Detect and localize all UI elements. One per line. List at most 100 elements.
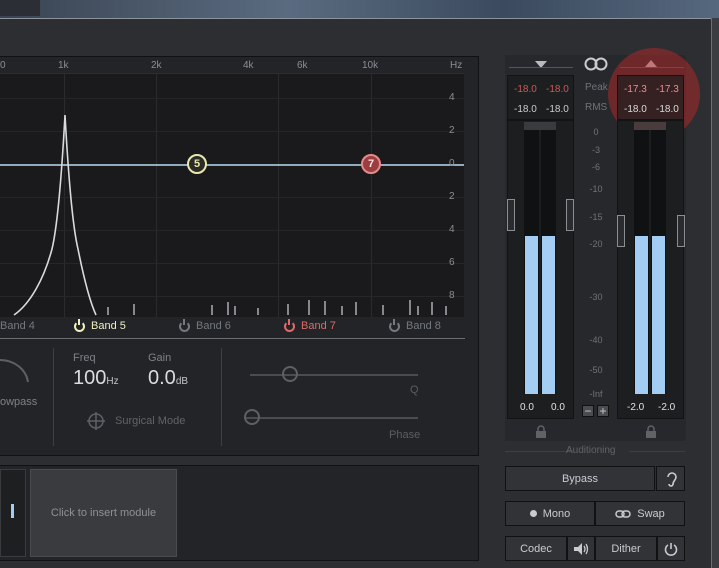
left-fader-l[interactable] — [507, 199, 515, 231]
band-8-label: Band 8 — [406, 320, 441, 332]
q-slider-track[interactable] — [250, 374, 418, 376]
band-5-node[interactable]: 5 — [187, 154, 207, 174]
freq-label: 0 — [0, 60, 6, 71]
divider — [629, 451, 685, 452]
left-meter-bar — [542, 236, 555, 394]
codec-button[interactable]: Codec — [505, 536, 567, 561]
peak-label: Peak — [585, 82, 608, 93]
freq-value: 100 — [73, 367, 107, 389]
left-peak-r: -18.0 — [546, 84, 569, 95]
right-meter-bar — [652, 236, 665, 394]
left-peak-l: -18.0 — [514, 84, 537, 95]
clip-indicator — [634, 122, 666, 130]
auditioning-label: Auditioning — [566, 445, 616, 456]
band-4-label: Band 4 — [0, 320, 35, 332]
phase-slider-knob[interactable] — [244, 409, 260, 425]
lock-icon[interactable] — [535, 425, 547, 438]
mono-label: Mono — [542, 507, 571, 520]
db-label: 6 — [449, 257, 455, 268]
window-title-strip — [0, 0, 719, 18]
left-rms-r: -18.0 — [546, 104, 569, 115]
divider — [505, 451, 573, 452]
divider — [221, 348, 222, 446]
scale-tick: 0 — [593, 127, 599, 137]
dither-button[interactable]: Dither — [595, 536, 657, 561]
db-label: 8 — [449, 290, 455, 301]
freq-label: 4k — [243, 60, 254, 71]
phase-slider-track[interactable] — [244, 417, 418, 419]
speaker-button[interactable] — [567, 536, 595, 561]
power-icon — [179, 318, 190, 332]
gain-label: Gain — [148, 352, 172, 364]
module-slot[interactable] — [0, 469, 26, 557]
bypass-button[interactable]: Bypass — [505, 466, 655, 491]
right-bottom-r: -2.0 — [658, 402, 676, 413]
power-icon — [389, 318, 400, 332]
swap-label: Swap — [637, 507, 665, 520]
db-label: 2 — [449, 125, 455, 136]
db-label: 0 — [449, 158, 455, 169]
right-bottom-l: -2.0 — [627, 402, 645, 413]
left-bottom-l: 0.0 — [520, 402, 534, 413]
db-label: 2 — [449, 191, 455, 202]
freq-value-field[interactable]: 100Hz — [73, 367, 119, 390]
power-icon — [284, 318, 295, 332]
left-rms-l: -18.0 — [514, 104, 537, 115]
db-label: 4 — [449, 224, 455, 235]
scale-tick: -30 — [589, 292, 603, 302]
divider — [509, 67, 573, 68]
window-right-edge — [711, 18, 719, 568]
scale-tick: -3 — [591, 145, 600, 155]
mono-button[interactable]: Mono — [505, 501, 595, 526]
zoom-in-button[interactable]: + — [597, 404, 609, 418]
scale-tick: -50 — [589, 365, 603, 375]
right-meter-bar — [635, 236, 648, 394]
band-8-tab[interactable]: Band 8 — [389, 318, 441, 332]
gain-unit: dB — [175, 376, 189, 387]
left-fader-r[interactable] — [566, 199, 574, 231]
freq-label: 6k — [297, 60, 308, 71]
phase-label: Phase — [389, 429, 421, 441]
zoom-out-button[interactable]: − — [582, 404, 594, 418]
band-7-label: Band 7 — [301, 320, 336, 332]
freq-label: 2k — [151, 60, 162, 71]
right-rms-r: -18.0 — [656, 104, 679, 115]
link-icon[interactable] — [582, 57, 610, 71]
scale-tick: -20 — [589, 239, 603, 249]
right-fader-r[interactable] — [677, 215, 685, 247]
power-button[interactable] — [657, 536, 685, 561]
right-fader-l[interactable] — [617, 215, 625, 247]
q-slider-knob[interactable] — [282, 366, 298, 382]
scale-tick: -6 — [591, 162, 600, 172]
band-7-tab[interactable]: Band 7 — [284, 318, 336, 332]
insert-module-button[interactable]: Click to insert module — [30, 469, 177, 557]
band-4-tab[interactable]: Band 4 — [0, 320, 35, 332]
swap-button[interactable]: Swap — [595, 501, 685, 526]
eq-graph[interactable] — [0, 73, 464, 318]
rms-label: RMS — [585, 102, 608, 113]
band-5-tab[interactable]: Band 5 — [74, 318, 126, 332]
plugin-window: 0 1k 2k 4k 6k 10k Hz 4 2 0 2 4 6 8 5 7 B… — [0, 0, 719, 568]
scale-tick: -10 — [589, 184, 603, 194]
clip-indicator — [524, 122, 556, 130]
gain-value-field[interactable]: 0.0dB — [148, 367, 188, 390]
speaker-icon — [574, 542, 589, 555]
surgical-mode-toggle[interactable]: Surgical Mode — [87, 412, 185, 430]
scale-tick: -Inf — [589, 389, 603, 399]
power-icon — [664, 542, 678, 556]
filter-type-knob[interactable] — [0, 355, 40, 395]
lock-icon[interactable] — [645, 425, 657, 438]
band-5-label: Band 5 — [91, 320, 126, 332]
crosshair-icon — [87, 412, 105, 430]
gain-value: 0.0 — [148, 367, 176, 389]
freq-label: Hz — [450, 60, 463, 71]
ear-button[interactable] — [656, 466, 685, 491]
scale-tick: -15 — [589, 212, 603, 222]
band-6-tab[interactable]: Band 6 — [179, 318, 231, 332]
freq-label: Freq — [73, 352, 96, 364]
mono-indicator-icon — [529, 510, 537, 517]
band-7-node[interactable]: 7 — [361, 154, 381, 174]
power-icon — [74, 318, 85, 332]
spectrum-curve — [0, 114, 464, 316]
swap-icon — [615, 509, 631, 518]
